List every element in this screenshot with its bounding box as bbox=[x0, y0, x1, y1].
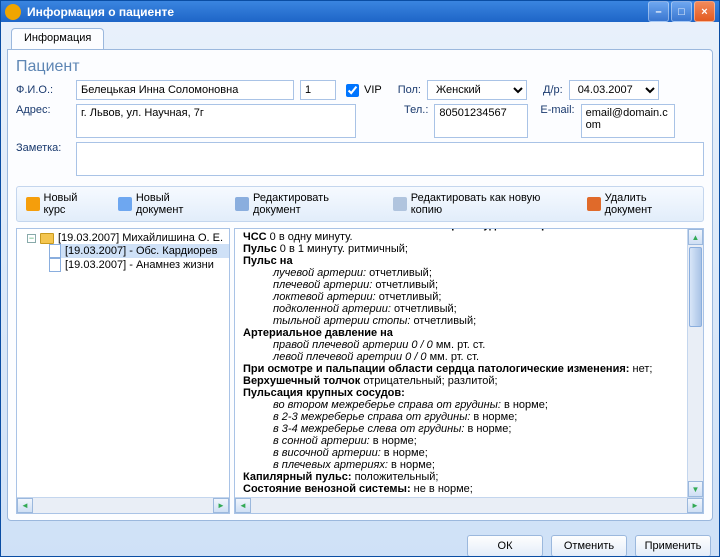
tree-hscroll[interactable]: ◄ ► bbox=[17, 497, 229, 513]
doc-vscroll[interactable]: ▲ ▼ bbox=[687, 229, 703, 497]
label-fio: Ф.И.О.: bbox=[16, 84, 70, 96]
footer: ОК Отменить Применить bbox=[1, 527, 719, 557]
tab-info[interactable]: Информация bbox=[11, 28, 104, 50]
doc-pane: Состояние больного на момент осмотра: не… bbox=[234, 228, 704, 514]
expand-icon[interactable]: − bbox=[27, 234, 36, 243]
window: Информация о пациенте – □ × Информация П… bbox=[0, 0, 720, 557]
maximize-button[interactable]: □ bbox=[671, 1, 692, 22]
window-body: Информация Пациент Ф.И.О.: VIP Пол: Женс… bbox=[1, 22, 719, 527]
dob-select[interactable]: 04.03.2007 bbox=[569, 80, 659, 100]
label-note: Заметка: bbox=[16, 142, 70, 154]
delete-doc-button[interactable]: Удалить документ bbox=[582, 189, 699, 219]
edit-copy-icon bbox=[393, 197, 407, 211]
doc-toolbar: Новый курс Новый документ Редактировать … bbox=[16, 186, 704, 222]
new-doc-button[interactable]: Новый документ bbox=[113, 189, 222, 219]
doc-icon bbox=[49, 258, 61, 272]
delete-doc-icon bbox=[587, 197, 601, 211]
number-input[interactable] bbox=[300, 80, 336, 100]
folder-icon bbox=[40, 233, 54, 244]
label-tel: Тел.: bbox=[404, 104, 428, 116]
section-patient: Пациент bbox=[16, 58, 704, 76]
new-course-button[interactable]: Новый курс bbox=[21, 189, 105, 219]
scroll-thumb[interactable] bbox=[689, 247, 702, 327]
doc-hscroll[interactable]: ◄ ► bbox=[235, 497, 703, 513]
tabstrip: Информация bbox=[7, 28, 713, 50]
scroll-right-icon[interactable]: ► bbox=[687, 498, 703, 513]
sex-select[interactable]: Женский bbox=[427, 80, 527, 100]
tree-item-0[interactable]: [19.03.2007] - Обс. Кардиорев bbox=[49, 244, 229, 258]
new-doc-icon bbox=[118, 197, 132, 211]
tree-item-1[interactable]: [19.03.2007] - Анамнез жизни bbox=[49, 258, 229, 272]
scroll-down-icon[interactable]: ▼ bbox=[688, 481, 703, 497]
note-input[interactable] bbox=[76, 142, 704, 176]
window-title: Информация о пациенте bbox=[27, 5, 646, 19]
scroll-left-icon[interactable]: ◄ bbox=[17, 498, 33, 513]
minimize-button[interactable]: – bbox=[648, 1, 669, 22]
apply-button[interactable]: Применить bbox=[635, 535, 711, 557]
splitter: − [19.03.2007] Михайлишина О. Е. [19.03.… bbox=[16, 228, 704, 514]
titlebar[interactable]: Информация о пациенте – □ × bbox=[1, 1, 719, 22]
edit-copy-button[interactable]: Редактировать как новую копию bbox=[388, 189, 574, 219]
ok-button[interactable]: ОК bbox=[467, 535, 543, 557]
edit-doc-icon bbox=[235, 197, 249, 211]
tree-root[interactable]: − [19.03.2007] Михайлишина О. Е. bbox=[27, 232, 229, 244]
label-dob: Д/р: bbox=[543, 84, 563, 96]
scroll-up-icon[interactable]: ▲ bbox=[688, 229, 703, 245]
scroll-right-icon[interactable]: ► bbox=[213, 498, 229, 513]
label-addr: Адрес: bbox=[16, 104, 70, 116]
tel-input[interactable]: 80501234567 bbox=[434, 104, 528, 138]
close-button[interactable]: × bbox=[694, 1, 715, 22]
info-panel: Пациент Ф.И.О.: VIP Пол: Женский Д/р: 04… bbox=[7, 49, 713, 521]
doc-content[interactable]: Состояние больного на момент осмотра: не… bbox=[235, 229, 703, 497]
address-input[interactable]: г. Львов, ул. Научная, 7г bbox=[76, 104, 356, 138]
tree-pane[interactable]: − [19.03.2007] Михайлишина О. Е. [19.03.… bbox=[16, 228, 230, 514]
edit-doc-button[interactable]: Редактировать документ bbox=[230, 189, 380, 219]
label-vip: VIP bbox=[364, 84, 382, 96]
cancel-button[interactable]: Отменить bbox=[551, 535, 627, 557]
app-icon bbox=[5, 4, 21, 20]
label-sex: Пол: bbox=[398, 84, 421, 96]
scroll-left-icon[interactable]: ◄ bbox=[235, 498, 251, 513]
new-course-icon bbox=[26, 197, 40, 211]
fio-input[interactable] bbox=[76, 80, 294, 100]
doc-icon bbox=[49, 244, 61, 258]
label-email: E-mail: bbox=[540, 104, 574, 116]
email-input[interactable]: email@domain.com bbox=[581, 104, 675, 138]
vip-checkbox[interactable] bbox=[346, 84, 359, 97]
